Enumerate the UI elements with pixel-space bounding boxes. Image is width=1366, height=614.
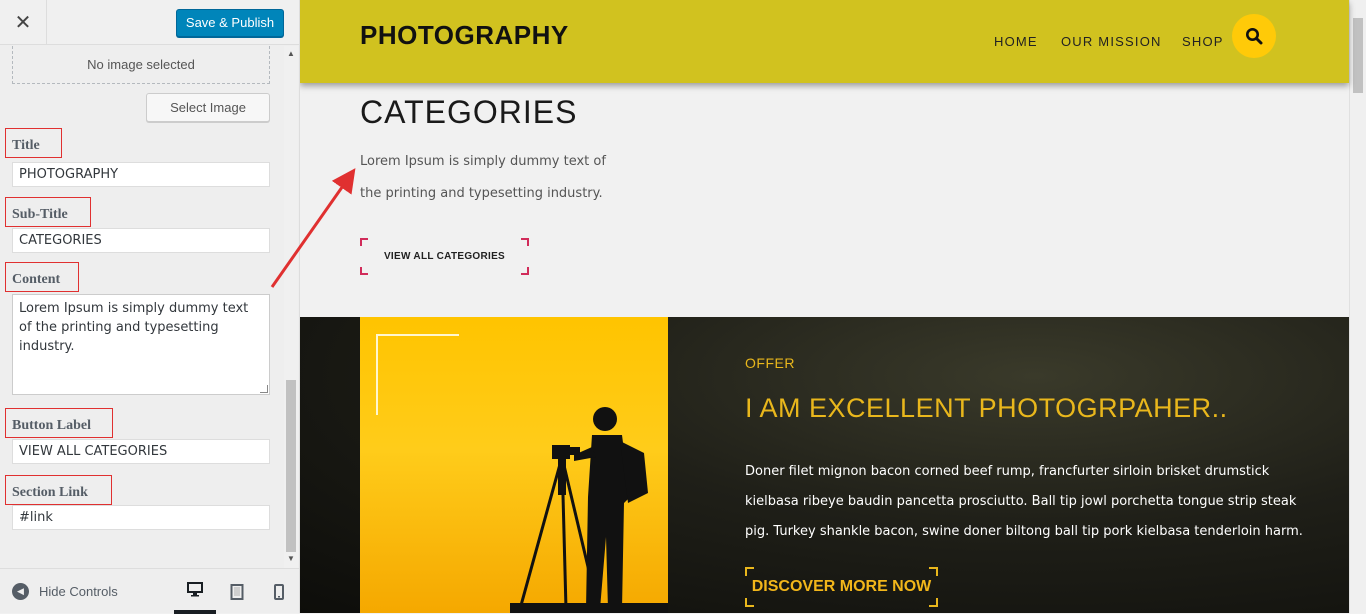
view-all-categories-label: VIEW ALL CATEGORIES xyxy=(383,251,506,262)
section-link-input[interactable]: #link xyxy=(12,505,270,530)
corner-decoration xyxy=(521,238,529,246)
sidebar-scroll-thumb[interactable] xyxy=(286,380,296,552)
mobile-preview-button[interactable] xyxy=(258,569,300,614)
sidebar-header: ✕ Save & Publish xyxy=(0,0,299,45)
discover-more-label: DISCOVER MORE NOW xyxy=(751,578,932,595)
corner-decoration xyxy=(521,267,529,275)
search-icon xyxy=(1246,28,1263,45)
view-all-categories-button[interactable]: VIEW ALL CATEGORIES xyxy=(360,238,529,275)
photographer-silhouette xyxy=(376,334,668,613)
image-placeholder: No image selected xyxy=(12,46,270,84)
select-image-button[interactable]: Select Image xyxy=(146,93,270,122)
collapse-arrow-icon: ◀ xyxy=(12,583,29,600)
desktop-icon xyxy=(187,582,203,597)
button-label-label: Button Label xyxy=(5,408,113,438)
scroll-up-arrow-icon[interactable]: ▲ xyxy=(287,49,295,58)
corner-decoration xyxy=(929,567,938,576)
mobile-icon xyxy=(274,583,284,600)
content-textarea-value: Lorem Ipsum is simply dummy text of the … xyxy=(19,301,249,354)
site-logo[interactable]: PHOTOGRAPHY xyxy=(360,20,569,51)
subtitle-input-value: CATEGORIES xyxy=(19,233,102,248)
title-label: Title xyxy=(5,128,62,158)
site-preview: PHOTOGRAPHY HOME OUR MISSION SHOP CATEGO… xyxy=(300,0,1366,613)
section-link-input-value: #link xyxy=(19,510,53,525)
customizer-sidebar: ✕ Save & Publish No image selected Selec… xyxy=(0,0,300,614)
nav-our-mission[interactable]: OUR MISSION xyxy=(1061,34,1162,49)
title-input-value: PHOTOGRAPHY xyxy=(19,167,119,182)
title-input[interactable]: PHOTOGRAPHY xyxy=(12,162,270,187)
categories-title: CATEGORIES xyxy=(360,94,578,130)
corner-decoration xyxy=(929,598,938,607)
button-label-input-value: VIEW ALL CATEGORIES xyxy=(19,444,168,459)
discover-more-button[interactable]: DISCOVER MORE NOW xyxy=(745,567,938,607)
sidebar-footer: ◀ Hide Controls xyxy=(0,568,300,614)
tablet-preview-button[interactable] xyxy=(216,569,258,614)
tablet-icon xyxy=(230,583,244,600)
search-button[interactable] xyxy=(1232,14,1276,58)
textarea-resize-handle[interactable] xyxy=(260,385,268,393)
save-publish-button[interactable]: Save & Publish xyxy=(176,9,284,37)
corner-decoration xyxy=(360,267,368,275)
subtitle-input[interactable]: CATEGORIES xyxy=(12,228,270,253)
hide-controls-button[interactable]: ◀ Hide Controls xyxy=(12,583,118,600)
categories-text: Lorem Ipsum is simply dummy text of the … xyxy=(360,154,606,201)
site-header: PHOTOGRAPHY HOME OUR MISSION SHOP xyxy=(300,0,1349,83)
nav-home[interactable]: HOME xyxy=(994,34,1038,49)
corner-decoration xyxy=(745,567,754,576)
sidebar-scrollbar[interactable]: ▲ ▼ xyxy=(284,46,298,568)
offer-section: OFFER I AM EXCELLENT PHOTOGRPAHER.. Done… xyxy=(300,317,1349,613)
offer-title: I AM EXCELLENT PHOTOGRPAHER.. xyxy=(745,393,1228,423)
scroll-down-arrow-icon[interactable]: ▼ xyxy=(287,554,295,563)
section-link-label: Section Link xyxy=(5,475,112,505)
hide-controls-label: Hide Controls xyxy=(39,584,118,599)
corner-decoration xyxy=(745,598,754,607)
button-label-input[interactable]: VIEW ALL CATEGORIES xyxy=(12,439,270,464)
subtitle-label: Sub-Title xyxy=(5,197,91,227)
nav-shop[interactable]: SHOP xyxy=(1182,34,1224,49)
section-controls-panel: No image selected Select Image Title PHO… xyxy=(0,46,299,568)
close-customizer-button[interactable]: ✕ xyxy=(0,0,47,45)
content-textarea[interactable]: Lorem Ipsum is simply dummy text of the … xyxy=(12,294,270,395)
offer-text: Doner filet mignon bacon corned beef rum… xyxy=(745,464,1303,539)
photographer-image xyxy=(360,317,668,613)
desktop-preview-button[interactable] xyxy=(174,569,216,614)
preview-scrollbar[interactable] xyxy=(1349,0,1366,613)
offer-eyebrow: OFFER xyxy=(745,355,795,371)
corner-decoration xyxy=(360,238,368,246)
preview-scroll-thumb[interactable] xyxy=(1353,18,1363,93)
content-label: Content xyxy=(5,262,79,292)
